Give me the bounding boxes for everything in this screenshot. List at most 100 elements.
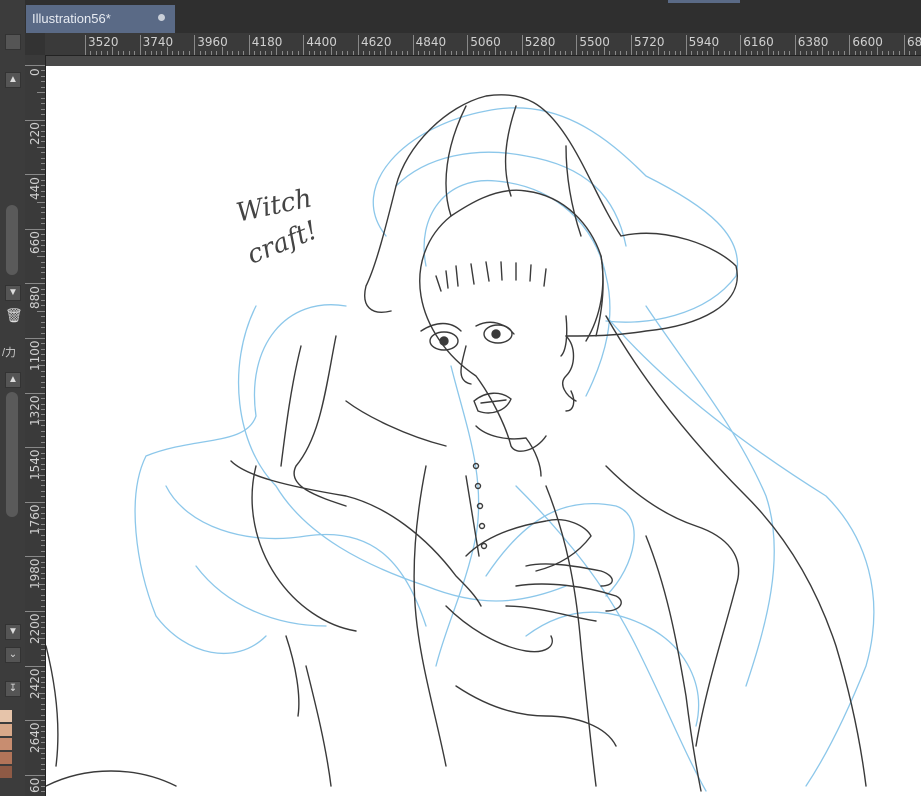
ruler-minor-tick <box>439 47 441 55</box>
ruler-minor-tick <box>41 250 45 252</box>
color-swatch[interactable] <box>0 724 12 736</box>
import-icon[interactable]: ↧ <box>5 681 21 697</box>
color-swatch[interactable] <box>0 752 12 764</box>
ruler-major-tick <box>576 35 578 55</box>
scroll-up-button[interactable]: ▲ <box>5 72 21 88</box>
ruler-minor-tick <box>767 47 769 55</box>
ruler-major-tick <box>25 556 45 558</box>
ruler-minor-tick <box>41 496 45 498</box>
tab-accent <box>668 0 740 3</box>
ruler-minor-tick <box>41 752 45 754</box>
ruler-minor-tick <box>41 534 45 536</box>
ruler-minor-tick <box>281 51 283 55</box>
ruler-minor-tick <box>756 51 758 55</box>
color-swatch[interactable] <box>0 738 12 750</box>
ruler-major-tick <box>25 611 45 612</box>
ruler-label: 1980 <box>28 558 42 590</box>
ruler-minor-tick <box>41 540 45 542</box>
ruler-minor-tick <box>199 51 201 55</box>
ruler-minor-tick <box>41 714 45 716</box>
ruler-minor-tick <box>882 51 884 55</box>
ruler-minor-tick <box>265 51 267 55</box>
document-tab[interactable]: Illustration56* <box>26 5 175 33</box>
ruler-minor-tick <box>134 51 136 55</box>
trash-icon[interactable]: 🗑 <box>5 308 23 324</box>
ruler-minor-tick <box>128 51 130 55</box>
ruler-minor-tick <box>712 47 714 55</box>
ruler-minor-tick <box>41 223 45 225</box>
ruler-minor-tick <box>352 51 354 55</box>
ruler-minor-tick <box>876 47 878 55</box>
ruler-major-tick <box>25 665 45 667</box>
ruler-minor-tick <box>778 51 780 55</box>
ruler-major-tick <box>194 35 196 55</box>
ruler-minor-tick <box>41 507 45 509</box>
ruler-minor-tick <box>41 398 45 400</box>
ruler-minor-tick <box>554 51 556 55</box>
ruler-minor-tick <box>41 731 45 733</box>
ruler-minor-tick <box>183 51 185 55</box>
ruler-minor-tick <box>205 51 207 55</box>
ruler-minor-tick <box>472 51 474 55</box>
ruler-minor-tick <box>41 632 45 634</box>
ruler-minor-tick <box>41 212 45 214</box>
color-swatch[interactable] <box>0 710 12 722</box>
ruler-minor-tick <box>41 742 45 744</box>
ruler-minor-tick <box>489 51 491 55</box>
ruler-minor-tick <box>254 51 256 55</box>
color-swatch[interactable] <box>0 766 12 778</box>
ruler-minor-tick <box>112 47 114 55</box>
ruler-minor-tick <box>41 163 45 165</box>
dropdown-icon[interactable]: ⌄ <box>5 647 21 663</box>
ruler-minor-tick <box>330 47 332 55</box>
ruler-minor-tick <box>41 430 45 432</box>
ruler-minor-tick <box>41 408 45 410</box>
ruler-minor-tick <box>41 261 45 263</box>
ruler-minor-tick <box>560 51 562 55</box>
ruler-minor-tick <box>166 47 168 55</box>
ruler-minor-tick <box>155 51 157 55</box>
ruler-minor-tick <box>658 47 660 55</box>
ruler-minor-tick <box>625 51 627 55</box>
ruler-minor-tick <box>226 51 228 55</box>
drawing-canvas[interactable]: Witch craft! <box>46 66 921 796</box>
ruler-minor-tick <box>270 51 272 55</box>
ruler-minor-tick <box>243 51 245 55</box>
ruler-major-tick <box>303 35 305 55</box>
scroll-up-button-2[interactable]: ▲ <box>5 372 21 388</box>
ruler-label: 0 <box>28 67 42 76</box>
ruler-minor-tick <box>811 51 813 55</box>
scroll-down-button[interactable]: ▼ <box>5 285 21 301</box>
ruler-minor-tick <box>41 616 45 618</box>
ruler-minor-tick <box>691 51 693 55</box>
panel-menu-button[interactable] <box>5 34 21 50</box>
tab-unsaved-indicator-icon[interactable] <box>158 14 165 21</box>
panel-scrollbar[interactable] <box>6 205 18 275</box>
ruler-minor-tick <box>663 51 665 55</box>
document-tab-title: Illustration56* <box>32 11 111 26</box>
ruler-minor-tick <box>581 51 583 55</box>
ruler-minor-tick <box>172 51 174 55</box>
ruler-minor-tick <box>276 47 278 55</box>
ruler-label: 1320 <box>28 395 42 426</box>
ruler-label: 3520 <box>88 35 119 49</box>
ruler-minor-tick <box>41 709 45 711</box>
canvas-area[interactable]: Witch craft! <box>46 56 921 796</box>
ruler-minor-tick <box>259 51 261 55</box>
ruler-minor-tick <box>41 463 45 465</box>
ruler-minor-tick <box>680 51 682 55</box>
panel-scrollbar-2[interactable] <box>6 392 18 517</box>
ruler-minor-tick <box>898 51 900 55</box>
ruler-label: 6600 <box>852 35 883 49</box>
ruler-minor-tick <box>237 51 239 55</box>
ruler-minor-tick <box>434 51 436 55</box>
ruler-minor-tick <box>41 152 45 154</box>
scroll-down-button-2[interactable]: ▼ <box>5 624 21 640</box>
ruler-minor-tick <box>598 51 600 55</box>
ruler-minor-tick <box>379 51 381 55</box>
ruler-minor-tick <box>41 103 45 105</box>
ruler-minor-tick <box>871 51 873 55</box>
ruler-label: 4840 <box>415 35 447 49</box>
ruler-minor-tick <box>41 381 45 383</box>
ruler-minor-tick <box>41 605 45 607</box>
